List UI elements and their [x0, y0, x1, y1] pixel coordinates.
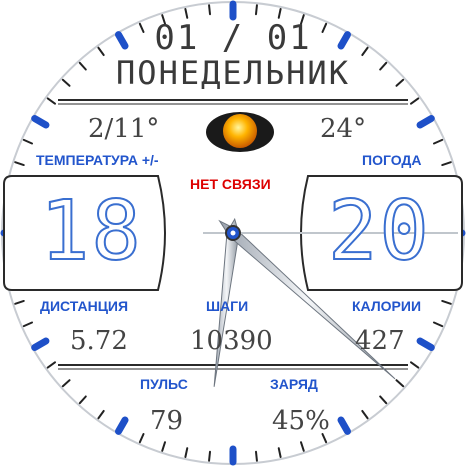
- minute-marker: [254, 4, 258, 16]
- date-text: 01 / 01: [154, 18, 312, 58]
- temperature-value: 2/11°: [88, 114, 160, 144]
- distance-label: ДИСТАНЦИЯ: [40, 298, 129, 314]
- connection-status: НЕТ СВЯЗИ: [190, 176, 271, 192]
- weather-value: 24°: [320, 114, 367, 144]
- calories-label: КАЛОРИИ: [352, 298, 422, 314]
- battery-value: 45%: [272, 406, 330, 436]
- hours-digits: 18: [39, 183, 143, 280]
- weather-label: ПОГОДА: [362, 152, 422, 168]
- minutes-digits: 20: [327, 183, 431, 280]
- steps-label: ШАГИ: [206, 298, 249, 314]
- steps-value: 10390: [190, 326, 273, 356]
- minute-marker: [208, 450, 212, 462]
- temperature-label: ТЕМПЕРАТУРА +/-: [36, 152, 159, 168]
- pulse-label: ПУЛЬС: [140, 376, 188, 392]
- battery-label: ЗАРЯД: [270, 376, 318, 392]
- minute-marker: [208, 4, 212, 16]
- weekday-text: ПОНЕДЕЛЬНИК: [116, 54, 350, 92]
- pulse-value: 79: [150, 406, 184, 436]
- calories-value: 427: [355, 326, 405, 356]
- distance-value: 5.72: [70, 326, 128, 356]
- sun-icon: [206, 112, 274, 152]
- minute-marker: [254, 450, 258, 462]
